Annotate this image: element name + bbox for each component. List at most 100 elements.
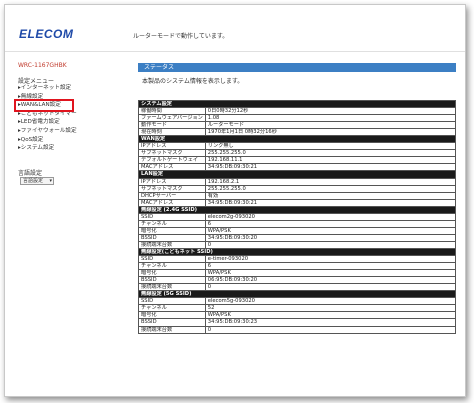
table-row: MACアドレス 34:95:DB:09:30:21 bbox=[138, 198, 457, 207]
browser-frame: ELECOM ルーターモードで動作しています。 WRC-1167GHBK 設定メ… bbox=[4, 4, 466, 397]
row-value: WPA/PSK bbox=[204, 226, 457, 235]
row-key: 接続端末台数 bbox=[138, 283, 206, 292]
table-row: 暗号化 WPA/PSK bbox=[138, 269, 457, 278]
row-value: 52 bbox=[204, 304, 457, 313]
table-row: SSID elecom5g-093020 bbox=[138, 297, 457, 306]
section-title-bar: ステータス bbox=[138, 63, 456, 72]
section-header-label: 無線設定(こどもネット SSID) bbox=[138, 247, 456, 257]
menu-item-internet[interactable]: ▸インターネット設定 bbox=[18, 84, 128, 93]
row-key: チャンネル bbox=[138, 219, 206, 228]
row-value: 1970年1月1日 0時32分16秒 bbox=[204, 128, 457, 137]
row-key: サブネットマスク bbox=[138, 184, 206, 193]
table-row: サブネットマスク 255.255.255.0 bbox=[138, 184, 457, 193]
menu-item-system[interactable]: ▸システム設定 bbox=[18, 144, 128, 153]
row-value: 34:95:DB:09:30:21 bbox=[204, 163, 457, 172]
menu-item-qos[interactable]: ▸QoS設定 bbox=[18, 136, 128, 145]
table-row: 暗号化 WPA/PSK bbox=[138, 311, 457, 320]
row-value: e-timer-093020 bbox=[204, 255, 457, 264]
row-value: 0 bbox=[204, 325, 457, 334]
elecom-logo[interactable]: ELECOM bbox=[19, 27, 73, 41]
page-header: ELECOM ルーターモードで動作しています。 bbox=[5, 5, 465, 51]
row-value: リンク無し bbox=[204, 142, 457, 151]
row-value: 0日0時32分12秒 bbox=[204, 107, 457, 116]
row-key: 現在時刻 bbox=[138, 128, 206, 137]
model-name: WRC-1167GHBK bbox=[18, 62, 67, 69]
row-key: SSID bbox=[138, 255, 206, 264]
menu-item-wireless[interactable]: ▸無線設定 bbox=[18, 93, 128, 102]
row-value: 1.08 bbox=[204, 114, 457, 123]
row-value: 34:95:DB:09:30:20 bbox=[204, 233, 457, 242]
table-section-header: LAN設定 bbox=[138, 170, 456, 179]
table-section-header: 無線設定 (2.4G SSID) bbox=[138, 205, 456, 214]
sidebar: WRC-1167GHBK 設定メニュー ▸インターネット設定 ▸無線設定 ▸WA… bbox=[5, 52, 135, 392]
language-select[interactable]: 言語設定 ▾ bbox=[20, 177, 54, 185]
row-key: 暗号化 bbox=[138, 226, 206, 235]
row-key: サブネットマスク bbox=[138, 149, 206, 158]
row-key: MACアドレス bbox=[138, 198, 206, 207]
row-value: elecom2g-093020 bbox=[204, 212, 457, 221]
row-value: 有効 bbox=[204, 191, 457, 200]
table-row: 接続端末台数 0 bbox=[138, 240, 457, 249]
menu-item-firewall[interactable]: ▸ファイヤウォール設定 bbox=[18, 127, 128, 136]
table-row: デフォルトゲートウェイ 192.168.11.1 bbox=[138, 156, 457, 165]
table-row: ファームウェアバージョン 1.08 bbox=[138, 114, 457, 123]
status-table: システム設定 稼働時間 0日0時32分12秒 ファームウェアバージョン 1.08 動作モー… bbox=[138, 99, 457, 334]
table-row: 接続端末台数 0 bbox=[138, 325, 457, 334]
row-value: 0 bbox=[204, 283, 457, 292]
row-value: elecom5g-093020 bbox=[204, 297, 457, 306]
menu-item-wan-lan[interactable]: ▸WAN&LAN設定 bbox=[14, 99, 74, 112]
table-section-header: 無線設定 (5G SSID) bbox=[138, 290, 456, 299]
language-label: 言語設定 bbox=[18, 170, 43, 177]
table-row: 暗号化 WPA/PSK bbox=[138, 226, 457, 235]
row-value: 06:95:DB:09:30:20 bbox=[204, 276, 457, 285]
row-key: SSID bbox=[138, 212, 206, 221]
section-header-label: システム設定 bbox=[138, 99, 456, 109]
table-section-header: WAN設定 bbox=[138, 135, 456, 144]
table-section-header: システム設定 bbox=[138, 99, 456, 109]
table-row: IPアドレス 192.168.2.1 bbox=[138, 177, 457, 186]
row-value: 6 bbox=[204, 219, 457, 228]
row-key: BSSID bbox=[138, 233, 206, 242]
row-key: 稼働時間 bbox=[138, 107, 206, 116]
chevron-down-icon: ▾ bbox=[49, 178, 52, 184]
table-row: BSSID 06:95:DB:09:30:20 bbox=[138, 276, 457, 285]
table-row: DHCPサーバー 有効 bbox=[138, 191, 457, 200]
row-value: 6 bbox=[204, 262, 457, 271]
page-description: 本製品のシステム情報を表示します。 bbox=[142, 78, 244, 85]
table-row: 現在時刻 1970年1月1日 0時32分16秒 bbox=[138, 128, 457, 137]
row-key: チャンネル bbox=[138, 262, 206, 271]
settings-menu: ▸インターネット設定 ▸無線設定 ▸WAN&LAN設定 ▸こどもネットタイマー … bbox=[14, 84, 128, 153]
table-row: チャンネル 6 bbox=[138, 262, 457, 271]
row-key: DHCPサーバー bbox=[138, 191, 206, 200]
table-row: サブネットマスク 255.255.255.0 bbox=[138, 149, 457, 158]
row-key: IPアドレス bbox=[138, 177, 206, 186]
table-row: BSSID 34:95:DB:09:30:23 bbox=[138, 318, 457, 327]
row-value: 255.255.255.0 bbox=[204, 149, 457, 158]
row-value: WPA/PSK bbox=[204, 311, 457, 320]
row-key: MACアドレス bbox=[138, 163, 206, 172]
row-value: 192.168.2.1 bbox=[204, 177, 457, 186]
menu-item-led[interactable]: ▸LED省電力設定 bbox=[18, 118, 128, 127]
row-value: 192.168.11.1 bbox=[204, 156, 457, 165]
table-row: チャンネル 52 bbox=[138, 304, 457, 313]
row-key: デフォルトゲートウェイ bbox=[138, 156, 206, 165]
row-value: ルーターモード bbox=[204, 121, 457, 130]
row-key: ファームウェアバージョン bbox=[138, 114, 206, 123]
row-value: 255.255.255.0 bbox=[204, 184, 457, 193]
row-key: 暗号化 bbox=[138, 311, 206, 320]
row-value: WPA/PSK bbox=[204, 269, 457, 278]
table-row: 動作モード ルーターモード bbox=[138, 121, 457, 130]
section-header-label: WAN設定 bbox=[138, 135, 456, 144]
row-key: BSSID bbox=[138, 276, 206, 285]
table-section-header: 無線設定(こどもネット SSID) bbox=[138, 247, 456, 257]
section-header-label: 無線設定 (5G SSID) bbox=[138, 290, 456, 299]
menu-item-kids-timer[interactable]: ▸こどもネットタイマー bbox=[18, 110, 128, 119]
table-row: SSID elecom2g-093020 bbox=[138, 212, 457, 221]
section-header-label: LAN設定 bbox=[138, 170, 456, 179]
mode-status-text: ルーターモードで動作しています。 bbox=[133, 33, 229, 40]
row-value: 34:95:DB:09:30:21 bbox=[204, 198, 457, 207]
row-key: チャンネル bbox=[138, 304, 206, 313]
table-row: 稼働時間 0日0時32分12秒 bbox=[138, 107, 457, 116]
main-content: ステータス 本製品のシステム情報を表示します。 システム設定 稼働時間 0日0時32… bbox=[138, 63, 458, 334]
row-key: BSSID bbox=[138, 318, 206, 327]
